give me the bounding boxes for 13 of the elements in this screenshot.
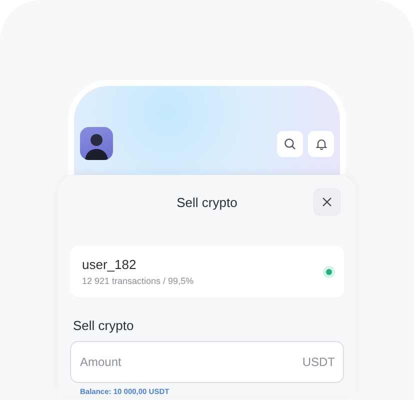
search-icon <box>284 138 296 150</box>
section-label: Sell crypto <box>73 318 135 333</box>
sheet-title: Sell crypto <box>176 194 238 210</box>
search-button[interactable] <box>277 131 303 157</box>
currency-label: USDT <box>302 355 335 369</box>
avatar[interactable] <box>80 127 113 160</box>
notifications-button[interactable] <box>308 131 334 157</box>
seller-stats: 12 921 transactions / 99,5% <box>82 276 195 286</box>
bell-icon <box>316 138 326 150</box>
seller-card[interactable]: user_182 12 921 transactions / 99,5% <box>70 246 344 297</box>
close-button[interactable] <box>313 188 341 216</box>
seller-name: user_182 <box>82 257 138 272</box>
close-icon <box>322 197 332 207</box>
